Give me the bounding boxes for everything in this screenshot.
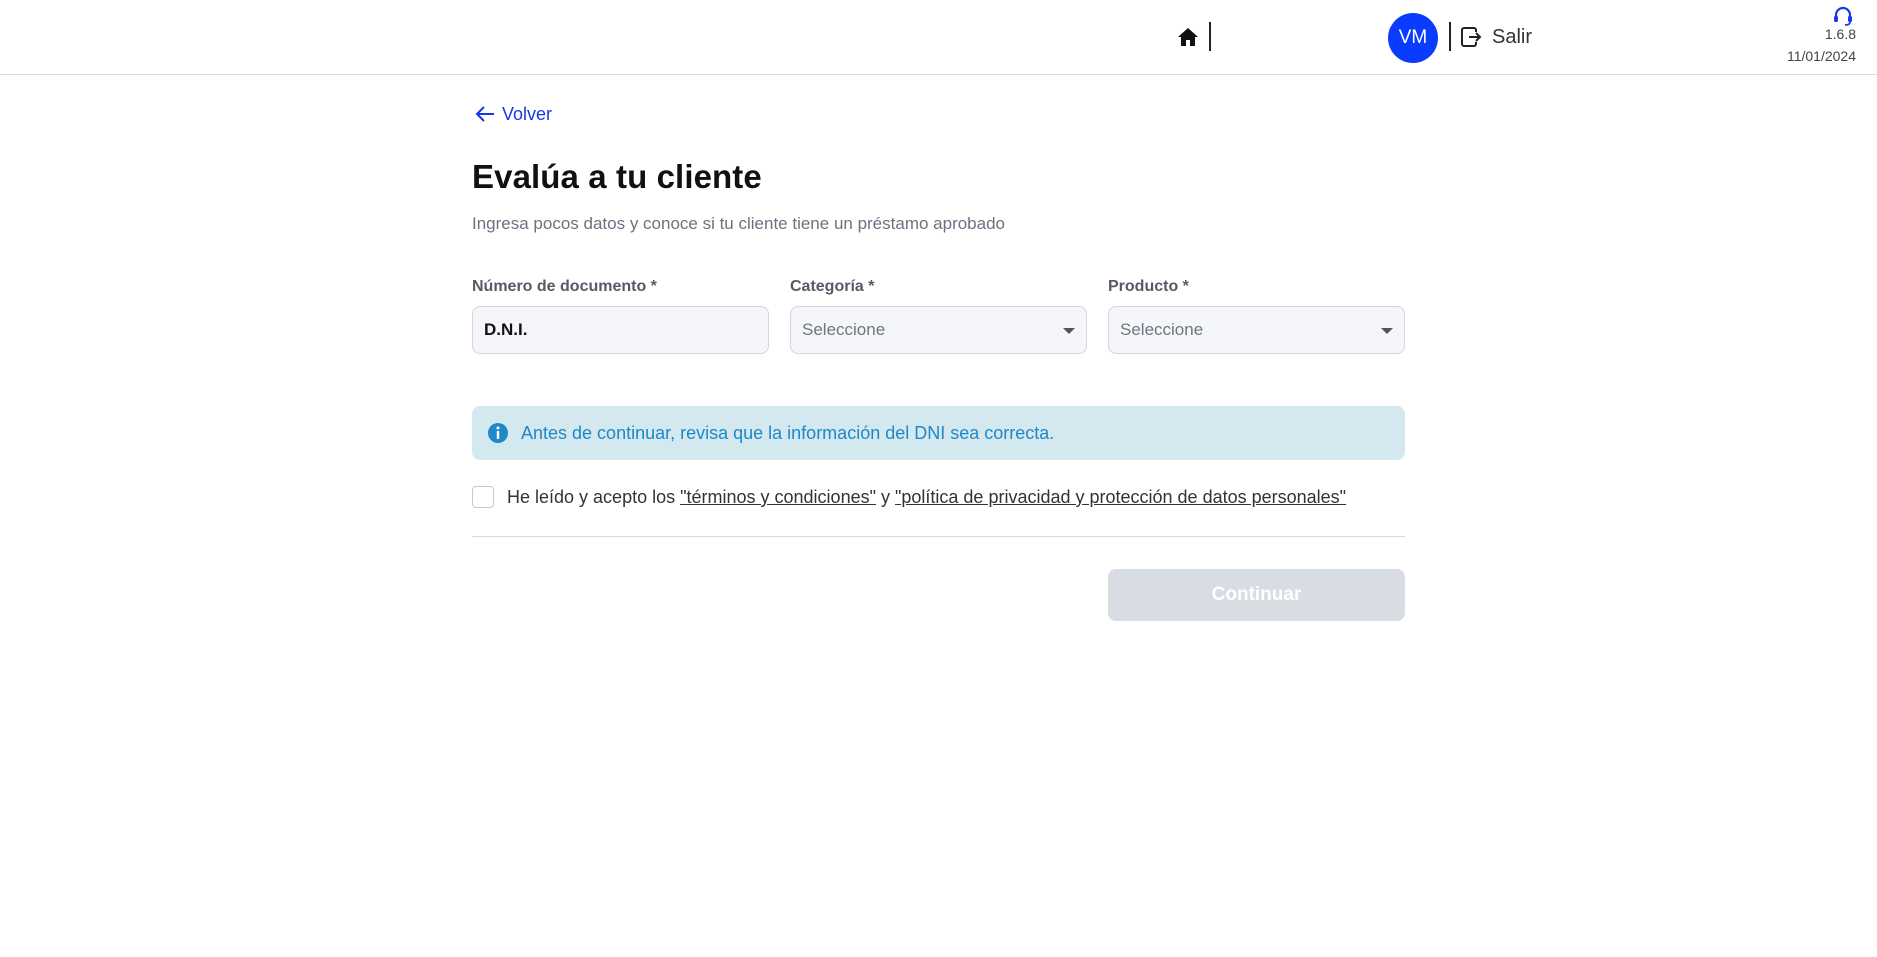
terms-conjunction: y: [875, 487, 895, 507]
arrow-left-icon: [475, 106, 494, 122]
logout-icon: [1461, 27, 1482, 47]
product-placeholder: Seleccione: [1120, 320, 1204, 339]
page-title: Evalúa a tu cliente: [472, 158, 762, 195]
category-placeholder: Seleccione: [802, 320, 886, 339]
continue-button[interactable]: Continuar: [1108, 569, 1405, 621]
category-label: Categoría *: [790, 278, 875, 295]
home-button[interactable]: [1175, 25, 1201, 49]
document-value: D.N.I.: [484, 320, 528, 339]
product-select[interactable]: Seleccione: [1108, 306, 1405, 354]
avatar[interactable]: VM: [1388, 13, 1438, 63]
app-version: 1.6.8: [1824, 26, 1856, 42]
info-banner: Antes de continuar, revisa que la inform…: [472, 406, 1405, 460]
product-label: Producto *: [1108, 278, 1189, 295]
continue-label: Continuar: [1211, 584, 1302, 605]
section-divider: [472, 536, 1405, 537]
header-divider: [1209, 22, 1211, 51]
top-header: VM Salir 1.6.8 11/01/2024: [0, 0, 1877, 75]
chevron-down-icon: [1381, 328, 1393, 334]
category-select[interactable]: Seleccione: [790, 306, 1087, 354]
home-icon: [1178, 28, 1198, 46]
back-link[interactable]: Volver: [474, 101, 552, 127]
logout-label: Salir: [1492, 25, 1533, 48]
privacy-link[interactable]: "política de privacidad y protección de …: [895, 487, 1346, 507]
page-subtitle: Ingresa pocos datos y conoce si tu clien…: [472, 214, 1006, 233]
current-date: 11/01/2024: [1786, 48, 1856, 64]
logout-button[interactable]: Salir: [1460, 22, 1532, 52]
terms-link[interactable]: "términos y condiciones": [680, 487, 876, 507]
terms-text: He leído y acepto los "términos y condic…: [507, 487, 1346, 508]
document-field[interactable]: D.N.I.: [472, 306, 769, 354]
back-label: Volver: [502, 103, 553, 124]
terms-checkbox[interactable]: [472, 486, 494, 508]
headset-icon[interactable]: [1832, 5, 1854, 27]
header-divider: [1449, 22, 1451, 51]
info-icon: [488, 423, 508, 443]
info-banner-text: Antes de continuar, revisa que la inform…: [521, 422, 1055, 443]
terms-prefix: He leído y acepto los: [507, 487, 681, 507]
document-label: Número de documento *: [472, 278, 657, 295]
chevron-down-icon: [1063, 328, 1075, 334]
avatar-initials: VM: [1398, 27, 1428, 48]
